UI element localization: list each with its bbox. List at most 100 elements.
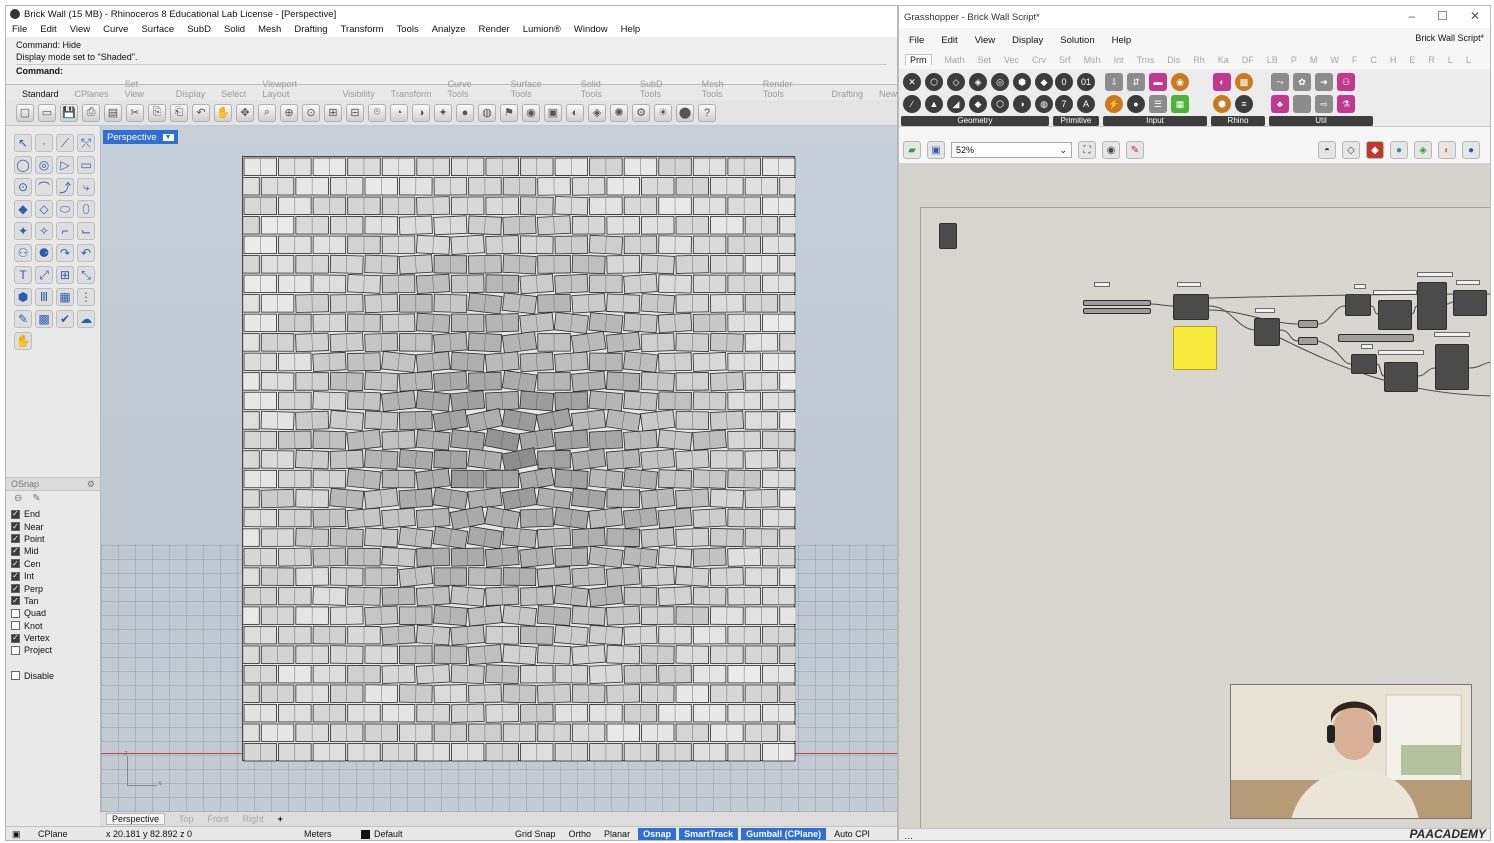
toolbar-tool-icon[interactable]: ⬤ [676, 103, 694, 122]
osnap-item[interactable]: ✓ Vertex [6, 632, 100, 644]
viewport-tab[interactable]: Right [243, 814, 264, 824]
menu-item-3[interactable]: Curve [103, 24, 128, 35]
osnap-item[interactable]: ✓ Tan [6, 595, 100, 607]
toolbar-tool-icon[interactable]: 💾 [60, 103, 78, 122]
viewport-title[interactable]: Perspective ▼ [103, 130, 178, 144]
gh-tab[interactable]: Prm [905, 54, 932, 65]
osnap-item[interactable]: Project [6, 644, 100, 656]
param-icon[interactable]: ✿ [1293, 73, 1311, 91]
units-label[interactable]: Meters [304, 829, 332, 839]
param-icon[interactable]: ◆ [1035, 73, 1053, 91]
gh-tab[interactable]: R [1428, 55, 1435, 65]
checkbox[interactable] [11, 671, 20, 681]
param-icon[interactable]: ◈ [969, 73, 987, 91]
toolbar-tool-icon[interactable]: ⚙ [632, 103, 650, 122]
toolbar-tab[interactable]: Transform [391, 89, 432, 99]
toolbar-tool-icon[interactable]: ⎗ [170, 103, 188, 122]
checkbox[interactable]: ✓ [11, 596, 20, 606]
osnap-item[interactable]: ✓ End [6, 508, 100, 520]
gh-menu-item[interactable]: View [975, 35, 995, 46]
checkbox[interactable]: ✓ [11, 584, 20, 594]
toolbar-tab[interactable]: CPlanes [75, 89, 109, 99]
checkbox[interactable]: ✓ [11, 522, 20, 532]
param-icon[interactable]: ⤳ [1271, 73, 1289, 91]
toolbar-tool-icon[interactable]: ◔ [390, 103, 408, 122]
side-tool-icon[interactable]: ⊙ [14, 178, 32, 196]
toolbar-tool-icon[interactable]: ✂ [126, 103, 144, 122]
param-icon[interactable]: ☰ [1149, 95, 1167, 113]
toolbar-tool-icon[interactable]: ◈ [588, 103, 606, 122]
menu-item-8[interactable]: Drafting [294, 24, 327, 35]
param-icon[interactable]: ⬡ [925, 73, 943, 91]
preview-mode-icon[interactable]: ◇ [1342, 141, 1360, 159]
param-icon[interactable]: ⇵ [1127, 73, 1145, 91]
layer-indicator[interactable]: Default [361, 829, 403, 839]
osnap-item[interactable]: ✓ Mid [6, 545, 100, 557]
menu-item-12[interactable]: Render [479, 24, 510, 35]
preview-eye-icon[interactable]: ◉ [1102, 141, 1120, 159]
checkbox[interactable] [11, 621, 20, 631]
toolbar-tab[interactable]: Solid Tools [581, 79, 624, 99]
menu-item-13[interactable]: Lumion® [523, 24, 561, 35]
param-icon[interactable]: A [1077, 95, 1095, 113]
toolbar-tool-icon[interactable]: ⌾ [368, 103, 386, 122]
param-icon[interactable]: 0 [1055, 73, 1073, 91]
toolbar-tab[interactable]: Curve Tools [447, 79, 494, 99]
status-toggle[interactable]: Auto CPl [829, 828, 875, 840]
side-tool-icon[interactable]: ⤢ [35, 266, 53, 284]
osnap-item[interactable]: ✓ Near [6, 520, 100, 532]
toolbar-tool-icon[interactable]: ◐ [566, 103, 584, 122]
toolbar-tool-icon[interactable]: ◑ [412, 103, 430, 122]
menu-item-15[interactable]: Help [621, 24, 641, 35]
gh-tab[interactable]: Int [1114, 55, 1124, 65]
gh-tab[interactable]: W [1330, 55, 1339, 65]
osnap-item[interactable]: ✓ Int [6, 570, 100, 582]
param-icon[interactable]: ⬢ [1213, 95, 1231, 113]
param-icon[interactable]: ➜ [1315, 73, 1333, 91]
gh-tab[interactable]: LB [1267, 55, 1278, 65]
side-tool-icon[interactable]: ⤴ [56, 178, 74, 196]
side-tool-icon[interactable]: ◎ [35, 156, 53, 174]
toolbar-tab[interactable]: Surface Tools [511, 79, 565, 99]
side-tool-icon[interactable]: ▭ [77, 156, 95, 174]
toolbar-tab[interactable]: Standard [22, 89, 59, 99]
add-viewport-icon[interactable]: + [278, 814, 283, 824]
gh-tab[interactable]: F [1352, 55, 1358, 65]
gh-tab[interactable]: Dis [1167, 55, 1180, 65]
toolbar-tool-icon[interactable]: ☀ [654, 103, 672, 122]
chevron-down-icon[interactable]: ▼ [162, 133, 174, 141]
toolbar-tab[interactable]: New [879, 89, 897, 99]
checkbox[interactable]: ✓ [11, 633, 20, 643]
display-mode-icon[interactable]: ◐ [1438, 141, 1456, 159]
checkbox[interactable]: ✓ [11, 534, 20, 544]
side-tool-icon[interactable]: ⊞ [56, 266, 74, 284]
checkbox[interactable]: ✓ [11, 509, 20, 519]
gh-tab[interactable]: Msh [1084, 55, 1101, 65]
toolbar-tool-icon[interactable]: ↶ [192, 103, 210, 122]
gh-tab[interactable]: P [1291, 55, 1297, 65]
param-icon[interactable]: ⬡ [991, 95, 1009, 113]
side-tool-icon[interactable]: ▦ [56, 288, 74, 306]
toolbar-tab[interactable]: SubD Tools [640, 79, 686, 99]
param-icon[interactable]: ⇨ [1315, 95, 1333, 113]
toolbar-tool-icon[interactable]: ⊕ [280, 103, 298, 122]
command-prompt[interactable]: Command: [16, 64, 887, 77]
minimize-icon[interactable]: – [1408, 9, 1415, 23]
toolbar-tool-icon[interactable]: ⎘ [148, 103, 166, 122]
toolbar-tool-icon[interactable]: ▭ [38, 103, 56, 122]
side-tool-icon[interactable]: ✦ [14, 222, 32, 240]
perspective-viewport[interactable]: Perspective ▼ z x [100, 126, 897, 812]
side-tool-icon[interactable]: Ⅲ [35, 288, 53, 306]
osnap-item[interactable]: Knot [6, 620, 100, 632]
side-tool-icon[interactable]: ⋮ [77, 288, 95, 306]
menu-item-6[interactable]: Solid [224, 24, 245, 35]
osnap-tab-icon[interactable]: ⊖ [14, 493, 22, 506]
gh-tab[interactable]: Ka [1218, 55, 1229, 65]
checkbox[interactable]: ✓ [11, 571, 20, 581]
gh-tab[interactable]: Vec [1004, 55, 1019, 65]
side-tool-icon[interactable]: ↖ [14, 134, 32, 152]
side-tool-icon[interactable]: ⬯ [77, 200, 95, 218]
param-icon[interactable]: ▲ [925, 95, 943, 113]
toolbar-tab[interactable]: Display [176, 89, 206, 99]
cplane-label[interactable]: CPlane [38, 829, 68, 839]
